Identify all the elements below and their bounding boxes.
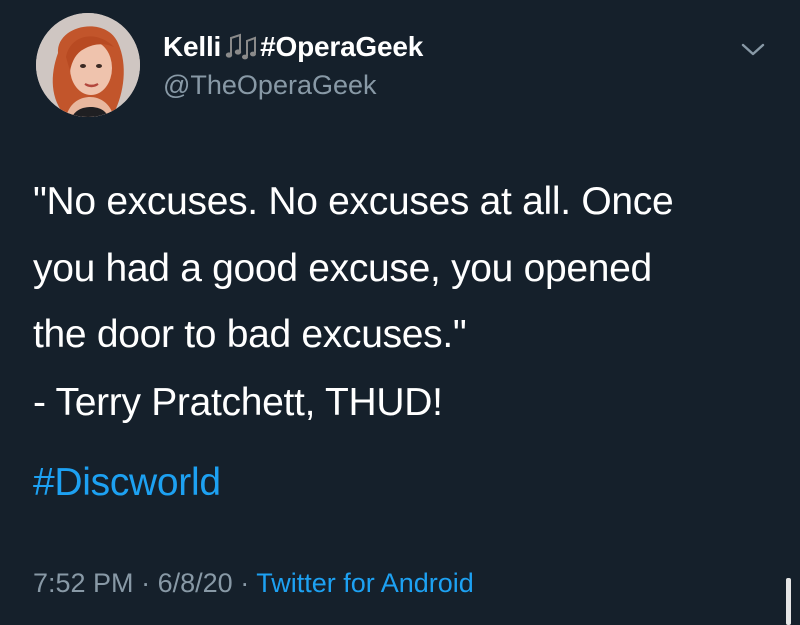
tweet-text-line: "No excuses. No excuses at all. Once <box>33 180 674 223</box>
tweet-text-line: the door to bad excuses." <box>33 313 467 356</box>
display-name-tag[interactable]: #OperaGeek <box>260 31 423 63</box>
author-name-row[interactable]: Kelli #OperaGeek <box>163 30 423 64</box>
scroll-indicator[interactable] <box>786 578 791 625</box>
chevron-down-icon[interactable] <box>738 38 768 62</box>
hashtag-link[interactable]: #Discworld <box>33 461 221 505</box>
tweet-source-link[interactable]: Twitter for Android <box>256 568 474 598</box>
avatar[interactable] <box>36 13 140 117</box>
display-name[interactable]: Kelli <box>163 31 221 63</box>
tweet-date: 6/8/20 <box>157 568 233 598</box>
user-handle[interactable]: @TheOperaGeek <box>163 70 377 101</box>
separator: · <box>240 568 250 598</box>
tweet-card[interactable]: Kelli #OperaGeek @TheOperaGeek "No excus… <box>0 0 800 625</box>
tweet-metadata: 7:52 PM · 6/8/20 · Twitter for Android <box>33 568 474 599</box>
tweet-text-line: you had a good excuse, you opened <box>33 247 652 290</box>
tweet-time: 7:52 PM <box>33 568 134 598</box>
tweet-text-line: - Terry Pratchett, THUD! <box>33 381 443 424</box>
separator: · <box>141 568 151 598</box>
musical-notes-icon <box>223 32 259 62</box>
